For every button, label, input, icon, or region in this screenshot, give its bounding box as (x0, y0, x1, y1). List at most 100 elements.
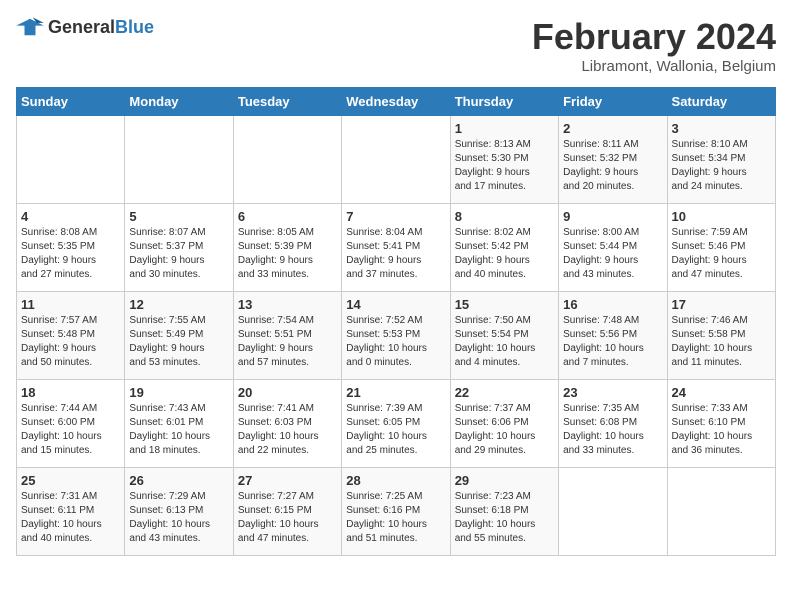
day-info: Sunrise: 7:33 AM Sunset: 6:10 PM Dayligh… (672, 402, 771, 458)
calendar-cell: 3 Sunrise: 8:10 AM Sunset: 5:34 PM Daylig… (667, 116, 775, 204)
calendar-cell: 16Sunrise: 7:48 AM Sunset: 5:56 PM Dayli… (559, 292, 667, 380)
calendar-cell: 1 Sunrise: 8:13 AM Sunset: 5:30 PM Daylig… (450, 116, 558, 204)
day-number: 20 (238, 385, 337, 400)
day-info: Sunrise: 7:59 AM Sunset: 5:46 PM Dayligh… (672, 226, 771, 282)
calendar-cell: 11Sunrise: 7:57 AM Sunset: 5:48 PM Dayli… (17, 292, 125, 380)
week-row-5: 25 Sunrise: 7:31 AM Sunset: 6:11 PM Dayli… (17, 468, 776, 556)
day-number: 1 (455, 121, 554, 136)
day-info: Sunrise: 8:02 AM Sunset: 5:42 PM Dayligh… (455, 226, 554, 282)
week-row-4: 18Sunrise: 7:44 AM Sunset: 6:00 PM Dayli… (17, 380, 776, 468)
day-number: 14 (346, 297, 445, 312)
calendar-cell: 8 Sunrise: 8:02 AM Sunset: 5:42 PM Daylig… (450, 204, 558, 292)
calendar-cell (125, 116, 233, 204)
logo-blue: Blue (115, 17, 154, 37)
day-info: Sunrise: 8:04 AM Sunset: 5:41 PM Dayligh… (346, 226, 445, 282)
day-number: 22 (455, 385, 554, 400)
weekday-header-wednesday: Wednesday (342, 88, 450, 116)
calendar-cell: 7 Sunrise: 8:04 AM Sunset: 5:41 PM Daylig… (342, 204, 450, 292)
day-info: Sunrise: 7:50 AM Sunset: 5:54 PM Dayligh… (455, 314, 554, 370)
day-info: Sunrise: 7:44 AM Sunset: 6:00 PM Dayligh… (21, 402, 120, 458)
day-info: Sunrise: 8:05 AM Sunset: 5:39 PM Dayligh… (238, 226, 337, 282)
day-info: Sunrise: 8:08 AM Sunset: 5:35 PM Dayligh… (21, 226, 120, 282)
logo-general: General (48, 17, 115, 37)
title-block: February 2024 Libramont, Wallonia, Belgi… (532, 16, 776, 75)
day-info: Sunrise: 7:55 AM Sunset: 5:49 PM Dayligh… (129, 314, 228, 370)
day-number: 29 (455, 473, 554, 488)
calendar-cell: 28 Sunrise: 7:25 AM Sunset: 6:16 PM Dayli… (342, 468, 450, 556)
calendar-cell (559, 468, 667, 556)
day-number: 6 (238, 209, 337, 224)
day-number: 4 (21, 209, 120, 224)
day-number: 27 (238, 473, 337, 488)
day-number: 7 (346, 209, 445, 224)
calendar-cell (17, 116, 125, 204)
day-number: 10 (672, 209, 771, 224)
calendar-cell: 6 Sunrise: 8:05 AM Sunset: 5:39 PM Daylig… (233, 204, 341, 292)
logo: GeneralBlue (16, 16, 154, 38)
day-info: Sunrise: 8:11 AM Sunset: 5:32 PM Dayligh… (563, 138, 662, 194)
day-info: Sunrise: 8:07 AM Sunset: 5:37 PM Dayligh… (129, 226, 228, 282)
day-info: Sunrise: 7:23 AM Sunset: 6:18 PM Dayligh… (455, 490, 554, 546)
page-header: GeneralBlue February 2024 Libramont, Wal… (16, 16, 776, 75)
week-row-2: 4 Sunrise: 8:08 AM Sunset: 5:35 PM Daylig… (17, 204, 776, 292)
calendar-subtitle: Libramont, Wallonia, Belgium (532, 58, 776, 75)
day-number: 19 (129, 385, 228, 400)
weekday-header-saturday: Saturday (667, 88, 775, 116)
day-number: 13 (238, 297, 337, 312)
day-info: Sunrise: 8:10 AM Sunset: 5:34 PM Dayligh… (672, 138, 771, 194)
calendar-cell: 14 Sunrise: 7:52 AM Sunset: 5:53 PM Dayli… (342, 292, 450, 380)
day-number: 26 (129, 473, 228, 488)
day-number: 16 (563, 297, 662, 312)
day-number: 28 (346, 473, 445, 488)
calendar-cell: 15 Sunrise: 7:50 AM Sunset: 5:54 PM Dayli… (450, 292, 558, 380)
calendar-cell: 21 Sunrise: 7:39 AM Sunset: 6:05 PM Dayli… (342, 380, 450, 468)
day-info: Sunrise: 7:52 AM Sunset: 5:53 PM Dayligh… (346, 314, 445, 370)
calendar-cell: 2 Sunrise: 8:11 AM Sunset: 5:32 PM Daylig… (559, 116, 667, 204)
day-info: Sunrise: 7:29 AM Sunset: 6:13 PM Dayligh… (129, 490, 228, 546)
calendar-cell: 9 Sunrise: 8:00 AM Sunset: 5:44 PM Daylig… (559, 204, 667, 292)
day-info: Sunrise: 8:00 AM Sunset: 5:44 PM Dayligh… (563, 226, 662, 282)
calendar-cell: 5 Sunrise: 8:07 AM Sunset: 5:37 PM Daylig… (125, 204, 233, 292)
weekday-header-row: SundayMondayTuesdayWednesdayThursdayFrid… (17, 88, 776, 116)
day-number: 17 (672, 297, 771, 312)
calendar-cell: 23Sunrise: 7:35 AM Sunset: 6:08 PM Dayli… (559, 380, 667, 468)
day-info: Sunrise: 7:37 AM Sunset: 6:06 PM Dayligh… (455, 402, 554, 458)
day-info: Sunrise: 7:25 AM Sunset: 6:16 PM Dayligh… (346, 490, 445, 546)
day-number: 15 (455, 297, 554, 312)
calendar-cell (233, 116, 341, 204)
week-row-1: 1 Sunrise: 8:13 AM Sunset: 5:30 PM Daylig… (17, 116, 776, 204)
calendar-cell: 24 Sunrise: 7:33 AM Sunset: 6:10 PM Dayli… (667, 380, 775, 468)
day-info: Sunrise: 7:46 AM Sunset: 5:58 PM Dayligh… (672, 314, 771, 370)
weekday-header-sunday: Sunday (17, 88, 125, 116)
calendar-cell: 4 Sunrise: 8:08 AM Sunset: 5:35 PM Daylig… (17, 204, 125, 292)
calendar-cell: 22 Sunrise: 7:37 AM Sunset: 6:06 PM Dayli… (450, 380, 558, 468)
week-row-3: 11Sunrise: 7:57 AM Sunset: 5:48 PM Dayli… (17, 292, 776, 380)
day-info: Sunrise: 7:27 AM Sunset: 6:15 PM Dayligh… (238, 490, 337, 546)
day-number: 24 (672, 385, 771, 400)
day-info: Sunrise: 8:13 AM Sunset: 5:30 PM Dayligh… (455, 138, 554, 194)
day-info: Sunrise: 7:41 AM Sunset: 6:03 PM Dayligh… (238, 402, 337, 458)
calendar-cell: 13Sunrise: 7:54 AM Sunset: 5:51 PM Dayli… (233, 292, 341, 380)
day-number: 5 (129, 209, 228, 224)
day-number: 9 (563, 209, 662, 224)
calendar-cell (342, 116, 450, 204)
day-number: 3 (672, 121, 771, 136)
day-number: 21 (346, 385, 445, 400)
day-number: 2 (563, 121, 662, 136)
weekday-header-monday: Monday (125, 88, 233, 116)
day-info: Sunrise: 7:31 AM Sunset: 6:11 PM Dayligh… (21, 490, 120, 546)
day-number: 25 (21, 473, 120, 488)
day-number: 8 (455, 209, 554, 224)
calendar-cell: 12Sunrise: 7:55 AM Sunset: 5:49 PM Dayli… (125, 292, 233, 380)
day-info: Sunrise: 7:57 AM Sunset: 5:48 PM Dayligh… (21, 314, 120, 370)
weekday-header-tuesday: Tuesday (233, 88, 341, 116)
calendar-cell: 20 Sunrise: 7:41 AM Sunset: 6:03 PM Dayli… (233, 380, 341, 468)
calendar-cell (667, 468, 775, 556)
calendar-cell: 10 Sunrise: 7:59 AM Sunset: 5:46 PM Dayli… (667, 204, 775, 292)
calendar-cell: 26 Sunrise: 7:29 AM Sunset: 6:13 PM Dayli… (125, 468, 233, 556)
weekday-header-thursday: Thursday (450, 88, 558, 116)
calendar-cell: 27 Sunrise: 7:27 AM Sunset: 6:15 PM Dayli… (233, 468, 341, 556)
calendar-cell: 25 Sunrise: 7:31 AM Sunset: 6:11 PM Dayli… (17, 468, 125, 556)
logo-icon (16, 16, 44, 38)
day-info: Sunrise: 7:39 AM Sunset: 6:05 PM Dayligh… (346, 402, 445, 458)
